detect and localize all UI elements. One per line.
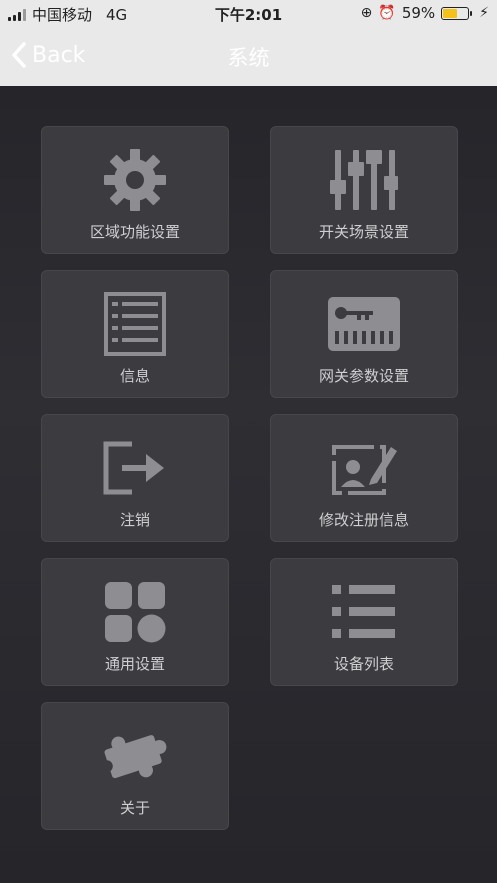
orientation-lock-icon: ⊕ <box>360 5 373 21</box>
tile-logout[interactable]: 注销 <box>41 414 229 542</box>
tile-label: 网关参数设置 <box>318 367 409 385</box>
tile-device-list[interactable]: 设备列表 <box>270 558 458 686</box>
page-title: 系统 <box>227 46 270 70</box>
tile-switch-scene-settings[interactable]: 开关场景设置 <box>270 126 458 254</box>
settings-grid: 区域功能设置 开关场景设置 信息 网关参数设置 注销 修改注册信息 通用设置 设… <box>0 86 497 883</box>
list-doc-icon <box>104 292 166 356</box>
top-header: 中国移动 4G 下午2:01 ⊕ ⏰ 59% ⚡ Back 系统 <box>0 0 497 86</box>
tile-label: 通用设置 <box>104 655 165 673</box>
charging-icon: ⚡ <box>479 5 489 21</box>
edit-profile-icon <box>332 445 397 495</box>
apps-grid-icon <box>105 582 166 643</box>
bullet-list-icon <box>332 585 395 638</box>
tile-general-settings[interactable]: 通用设置 <box>41 558 229 686</box>
status-right: ⊕ ⏰ 59% ⚡ <box>361 4 489 22</box>
tile-edit-registration-info[interactable]: 修改注册信息 <box>270 414 458 542</box>
tile-label: 修改注册信息 <box>318 511 409 529</box>
gear-icon <box>104 149 166 211</box>
battery-fill <box>443 8 458 18</box>
tile-label: 关于 <box>119 799 150 817</box>
tile-label: 注销 <box>119 511 150 529</box>
nav-bar: Back 系统 <box>0 28 497 86</box>
sliders-icon <box>330 150 398 210</box>
gateway-key-icon <box>328 297 400 351</box>
tile-gateway-parameter-settings[interactable]: 网关参数设置 <box>270 270 458 398</box>
tile-label: 开关场景设置 <box>318 223 409 241</box>
tile-info[interactable]: 信息 <box>41 270 229 398</box>
puzzle-icon <box>100 735 167 779</box>
status-bar: 中国移动 4G 下午2:01 ⊕ ⏰ 59% ⚡ <box>0 0 497 28</box>
logout-icon <box>103 441 164 495</box>
battery-icon <box>441 6 473 20</box>
tile-label: 设备列表 <box>333 655 394 673</box>
alarm-icon: ⏰ <box>378 5 396 21</box>
tile-about[interactable]: 关于 <box>41 702 229 830</box>
tile-label: 区域功能设置 <box>89 223 180 241</box>
tile-label: 信息 <box>119 367 150 385</box>
battery-percent: 59% <box>401 4 436 22</box>
tile-zone-function-settings[interactable]: 区域功能设置 <box>41 126 229 254</box>
